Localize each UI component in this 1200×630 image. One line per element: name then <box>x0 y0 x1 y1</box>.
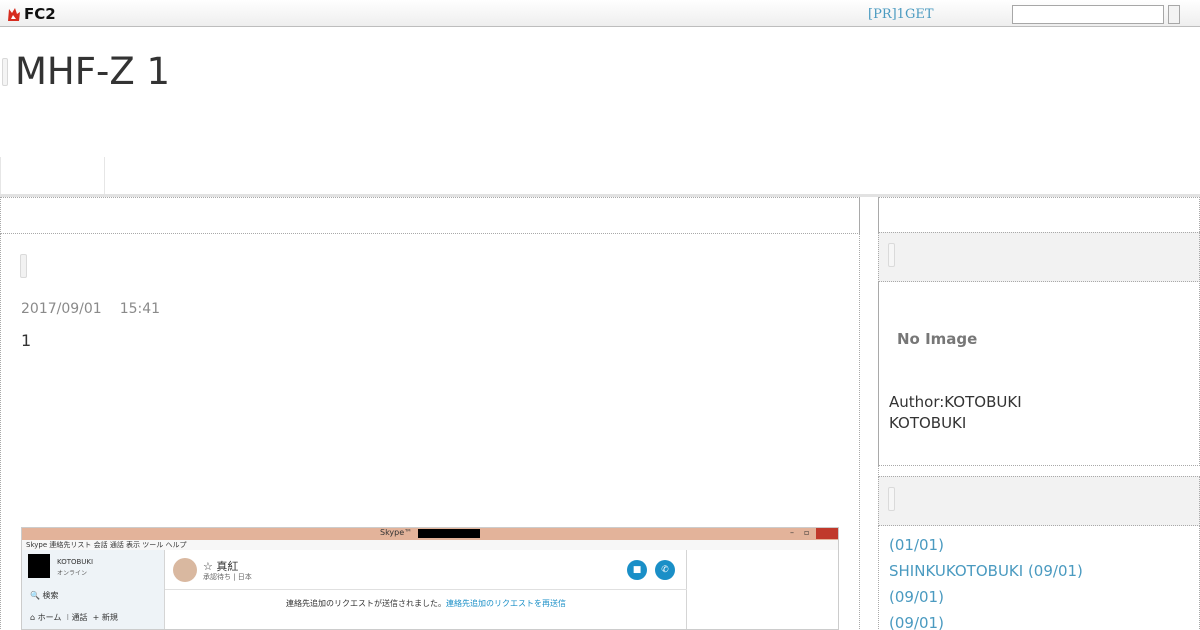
skype-notice-text: 連絡先追加のリクエストが送信されました。 <box>286 599 446 608</box>
archive-link[interactable]: (01/01) <box>889 536 944 554</box>
archive-link[interactable]: (09/01) <box>889 588 944 606</box>
fc2-header-bar: FC2 [PR]1GET <box>0 0 1200 27</box>
entry-datetime: 2017/09/01 15:41 <box>21 301 160 317</box>
title-marker <box>2 58 8 86</box>
phone-call-icon: ✆ <box>655 560 675 580</box>
search-button[interactable] <box>1168 5 1180 24</box>
skype-menubar: Skype 連絡先リスト 会話 通話 表示 ツール ヘルプ <box>22 540 838 550</box>
main-top-strip <box>0 197 860 234</box>
profile-block-header <box>878 232 1200 282</box>
skype-contact-avatar <box>173 558 197 582</box>
no-image-placeholder: No Image <box>897 330 978 348</box>
entry-time: 15:41 <box>119 301 161 317</box>
pr-ad-link[interactable]: [PR]1GET <box>868 7 934 22</box>
skype-titlebar: Skype™ – ▫ <box>22 528 838 540</box>
profile-header-marker <box>888 243 895 267</box>
skype-right-pane <box>687 550 838 629</box>
archive-block-header <box>878 476 1200 526</box>
entry-screenshot-image[interactable]: Skype™ – ▫ Skype 連絡先リスト 会話 通話 表示 ツール ヘルプ… <box>21 527 839 630</box>
close-icon <box>816 528 838 539</box>
skype-chat-header: ☆ 真紅 承認待ち | 日本 ■ ✆ <box>165 550 687 590</box>
archive-header-marker <box>888 487 895 511</box>
skype-window-title: Skype™ <box>380 528 413 537</box>
archive-link[interactable]: SHINKUKOTOBUKI (09/01) <box>889 562 1083 580</box>
redacted-block <box>418 529 480 538</box>
archive-link[interactable]: (09/01) <box>889 614 944 630</box>
blog-search-input[interactable] <box>1012 5 1164 24</box>
entry-date: 2017/09/01 <box>21 301 102 317</box>
skype-contact-sub: 承認待ち | 日本 <box>203 573 252 581</box>
fox-icon <box>8 8 20 21</box>
skype-notice-link: 連絡先追加のリクエストを再送信 <box>446 599 566 608</box>
fc2-logo-text: FC2 <box>24 5 56 23</box>
author-label: Author:KOTOBUKI <box>889 393 1022 411</box>
entry-title-marker <box>20 254 27 278</box>
video-call-icon: ■ <box>627 560 647 580</box>
restore-icon: ▫ <box>804 528 810 537</box>
skype-user-name: KOTOBUKI <box>57 558 94 566</box>
column-gutter <box>859 197 879 630</box>
fc2-logo[interactable]: FC2 <box>6 5 56 23</box>
profile-block <box>878 281 1200 466</box>
skype-nav: ⌂ ホーム ⁝ 通話 + 新規 <box>30 613 118 622</box>
skype-chat-pane: ☆ 真紅 承認待ち | 日本 ■ ✆ 連絡先追加のリクエストが送信されました。連… <box>165 550 687 629</box>
side-top-strip <box>878 197 1200 234</box>
blog-title[interactable]: MHF-Z 1 <box>15 50 170 93</box>
nav-divider <box>104 157 105 194</box>
skype-search-label: 検索 <box>42 591 59 600</box>
entry-body: 1 <box>21 331 32 350</box>
skype-left-pane: KOTOBUKI オンライン 🔍 検索 ⌂ ホーム ⁝ 通話 + 新規 <box>22 550 165 629</box>
author-name: KOTOBUKI <box>889 414 967 432</box>
author-info: Author:KOTOBUKI KOTOBUKI <box>889 392 1022 434</box>
skype-call-label: 通話 <box>71 613 88 622</box>
nav-divider-left <box>0 157 1 194</box>
skype-search: 🔍 検索 <box>30 591 59 600</box>
skype-new-label: 新規 <box>101 613 118 622</box>
skype-user-status: オンライン <box>57 570 88 577</box>
skype-user-avatar <box>28 554 50 578</box>
minimize-icon: – <box>790 528 794 537</box>
skype-home-label: ホーム <box>37 613 62 622</box>
skype-notice: 連絡先追加のリクエストが送信されました。連絡先追加のリクエストを再送信 <box>165 598 687 609</box>
nav-band <box>0 157 1200 197</box>
